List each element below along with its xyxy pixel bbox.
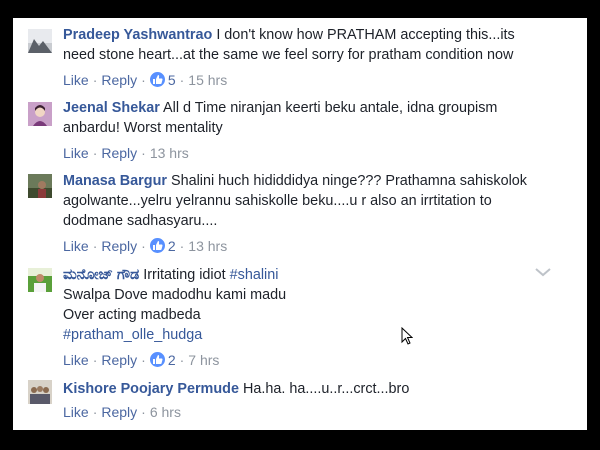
comment-author[interactable]: Jeenal Shekar — [63, 100, 160, 116]
reply-link[interactable]: Reply — [101, 145, 137, 161]
comment-actions: Like · Reply · 2 · 7 hrs — [63, 352, 220, 368]
hashtag-link[interactable]: #shalini — [230, 267, 279, 283]
comment-text: Shalini huch hididdidya ninge??? Pratham… — [170, 173, 527, 189]
comment-timestamp[interactable]: 13 hrs — [150, 145, 189, 161]
comment-text: need stone heart...at the same we feel s… — [63, 47, 514, 63]
comment-timestamp[interactable]: 7 hrs — [188, 352, 219, 368]
comment-text: agolwante...yelru yelrannu sahiskolle be… — [63, 193, 492, 209]
reply-link[interactable]: Reply — [101, 352, 137, 368]
comment-timestamp[interactable]: 6 hrs — [150, 404, 181, 420]
comment-actions: Like · Reply · 5 · 15 hrs — [63, 72, 228, 88]
like-link[interactable]: Like — [63, 404, 89, 420]
like-link[interactable]: Like — [63, 145, 89, 161]
group-photo-avatar[interactable] — [28, 380, 52, 404]
thumbs-up-icon — [149, 238, 165, 253]
comment-author[interactable]: Kishore Poojary Permude — [63, 381, 239, 397]
comment-text: All d Time niranjan keerti beku antale, … — [163, 100, 498, 116]
like-count[interactable]: 2 — [149, 352, 176, 368]
comment-text: I don't know how PRATHAM accepting this.… — [216, 27, 515, 43]
thumbs-up-icon — [149, 352, 165, 367]
illustrated-woman-avatar[interactable] — [28, 102, 52, 126]
like-link[interactable]: Like — [63, 238, 89, 254]
reply-link[interactable]: Reply — [101, 72, 137, 88]
comment-text: Swalpa Dove madodhu kami madu — [63, 287, 287, 303]
mountain-landscape-avatar[interactable] — [28, 29, 52, 53]
comment-author[interactable]: Pradeep Yashwantrao — [63, 27, 212, 43]
thumbs-up-icon — [149, 72, 165, 87]
chevron-down-icon[interactable] — [533, 265, 553, 279]
comment-text: Ha.ha. ha....u..r...crct...bro — [242, 381, 410, 397]
comment-text: Over acting madbeda — [63, 307, 201, 323]
comment-actions: Like · Reply · 2 · 13 hrs — [63, 238, 228, 254]
hashtag-link[interactable]: #pratham_olle_hudga — [63, 327, 202, 343]
reply-link[interactable]: Reply — [101, 238, 137, 254]
outdoor-photo-avatar[interactable] — [28, 174, 52, 198]
comment-timestamp[interactable]: 15 hrs — [188, 72, 227, 88]
reply-link[interactable]: Reply — [101, 404, 137, 420]
like-link[interactable]: Like — [63, 72, 89, 88]
comment-actions: Like · Reply · 13 hrs — [63, 145, 189, 161]
comment-text: dodmane sadhasyaru.... — [63, 213, 218, 229]
person-photo-avatar[interactable] — [28, 268, 52, 292]
comment-text: Irritating idiot — [143, 267, 226, 283]
comment-text: anbardu! Worst mentality — [63, 120, 223, 136]
comment-timestamp[interactable]: 13 hrs — [188, 238, 227, 254]
comments-panel: Pradeep Yashwantrao I don't know how PRA… — [13, 18, 587, 430]
like-count[interactable]: 2 — [149, 238, 176, 254]
comment-author[interactable]: Manasa Bargur — [63, 173, 167, 189]
comment-actions: Like · Reply · 6 hrs — [63, 404, 181, 420]
mouse-cursor-icon — [401, 326, 414, 350]
like-count[interactable]: 5 — [149, 72, 176, 88]
comment-author[interactable]: ಮನೋಜ್ ಗೌಡ — [63, 267, 139, 283]
like-link[interactable]: Like — [63, 352, 89, 368]
